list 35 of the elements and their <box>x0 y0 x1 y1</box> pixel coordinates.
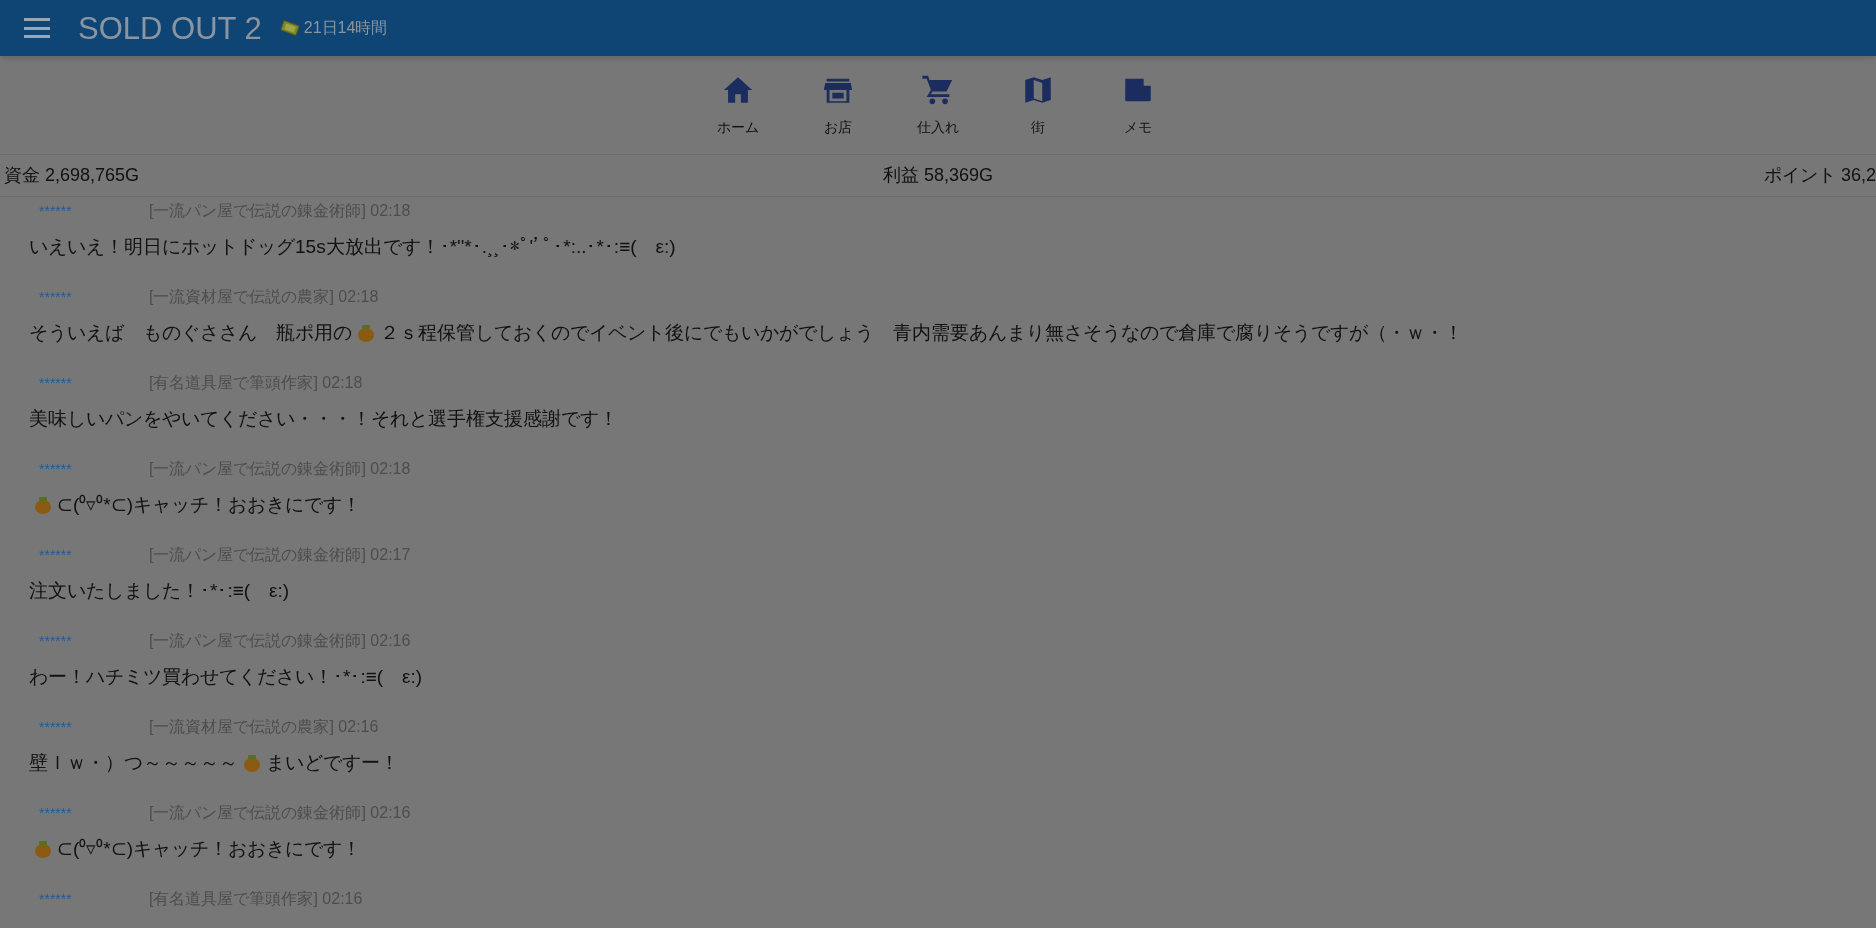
rating-stars: ****** <box>39 373 73 393</box>
rating-stars: ****** <box>39 201 73 221</box>
message-text: まいどですー！ <box>266 750 399 775</box>
message-text: いえいえ！明日にホットドッグ15s大放出です！･*''*･.¸¸･*ﾟ''ﾟ･*:..･*･:≡( ε:) <box>29 234 676 259</box>
item-icon <box>242 753 262 773</box>
message-text: 美味しいパンをやいてください・・・！それと選手権支援感謝です！ <box>29 406 618 431</box>
rating-stars: ****** <box>39 287 73 307</box>
item-icon <box>33 495 53 515</box>
app-title: SOLD OUT 2 <box>78 12 262 44</box>
item-icon <box>356 323 376 343</box>
nav-tab[interactable]: 仕入れ <box>898 72 978 138</box>
rating-stars: ****** <box>39 631 73 651</box>
message-text: 注文いたしました！･*･:≡( ε:) <box>29 578 290 603</box>
message-text: わー！ハチミツ買わせてください！･*･:≡( ε:) <box>29 664 423 689</box>
nav-tab[interactable]: 街 <box>998 72 1078 138</box>
rating-stars: ****** <box>39 459 73 479</box>
item-icon <box>33 839 53 859</box>
rating-stars: ****** <box>39 803 73 823</box>
message-text: ２ｓ程保管しておくのでイベント後にでもいかがでしょう 青内需要あんまり無さそうなので倉庫で腐りそうですが（・ｗ・！ <box>380 320 1463 345</box>
time-remaining: 21日14時間 <box>303 18 388 38</box>
nav-tab[interactable]: メモ <box>1098 72 1178 138</box>
ticket-icon <box>279 20 300 36</box>
message-text: ⊂(⁰▿⁰*⊂)キャッチ！おおきにです！ <box>57 836 362 861</box>
message-text: そういえば ものぐささん 瓶ポ用の <box>29 320 352 345</box>
message-text: ⊂(⁰▿⁰*⊂)キャッチ！おおきにです！ <box>57 492 362 517</box>
menu-icon[interactable] <box>24 18 50 38</box>
rating-stars: ****** <box>39 545 73 565</box>
nav-tab[interactable]: ホーム <box>698 72 778 138</box>
profit-value: 利益 58,369G <box>882 164 994 187</box>
rating-stars: ****** <box>39 717 73 737</box>
points-value: ポイント 36,2 <box>1762 164 1876 187</box>
nav-tab[interactable]: お店 <box>798 72 878 138</box>
funds-value: 資金 2,698,765G <box>3 164 141 187</box>
rating-stars: ****** <box>39 889 73 909</box>
message-text: 壁ｌｗ・）つ～～～～～ <box>29 750 238 775</box>
